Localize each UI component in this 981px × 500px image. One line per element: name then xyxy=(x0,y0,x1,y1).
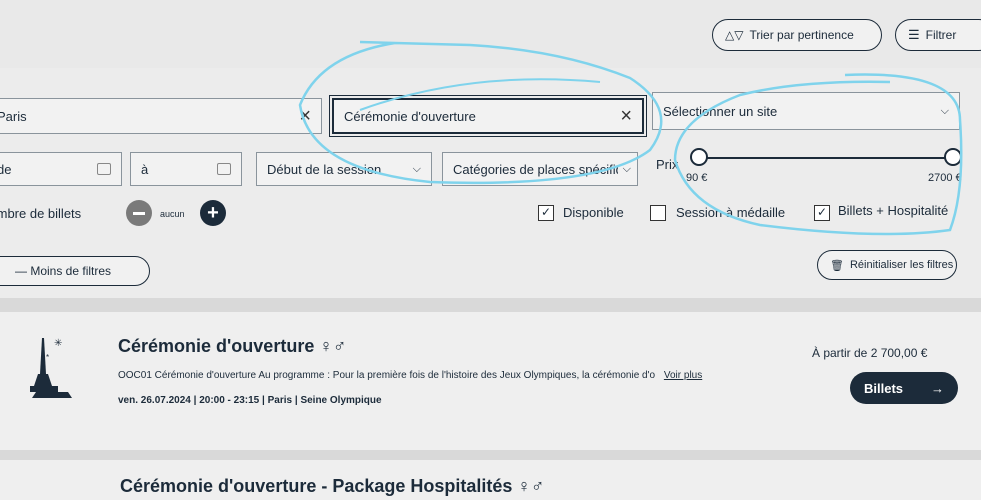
result-description: OOC01 Cérémonie d'ouverture Au programme… xyxy=(118,370,818,381)
plus-icon: + xyxy=(207,201,219,224)
session-start-label: Début de la session xyxy=(267,161,382,177)
date-from-placeholder: de xyxy=(0,161,12,177)
event-date: ven. 26.07.2024 xyxy=(118,395,191,406)
tickets-count: aucun xyxy=(160,209,185,219)
minus-icon xyxy=(133,211,145,215)
clear-event-icon[interactable]: × xyxy=(620,106,632,126)
city-value: Paris xyxy=(0,108,27,124)
seat-categories-label: Catégories de places spécifiq xyxy=(453,161,618,177)
date-from-input[interactable]: de xyxy=(0,152,122,186)
sort-label: Trier par pertinence xyxy=(749,28,854,42)
price-slider[interactable] xyxy=(690,146,965,170)
svg-text:✳: ✳ xyxy=(54,338,62,349)
available-label: Disponible xyxy=(563,205,624,220)
clear-city-icon[interactable]: × xyxy=(299,106,311,126)
tickets-label: Nombre de billets xyxy=(0,206,82,221)
reset-filters-label: Réinitialiser les filtres xyxy=(849,259,954,271)
hospitality-checkbox[interactable]: ✓ xyxy=(814,205,830,221)
result-title[interactable]: Cérémonie d'ouverture ♀♂ xyxy=(118,336,346,357)
price-label: Prix xyxy=(656,157,679,172)
event-value: Cérémonie d'ouverture xyxy=(344,108,476,124)
price-from: À partir de 2 700,00 € xyxy=(812,346,928,360)
less-filters-button[interactable]: — Moins de filtres xyxy=(0,256,150,286)
result-card[interactable]: Cérémonie d'ouverture - Package Hospital… xyxy=(0,460,981,500)
increase-tickets-button[interactable]: + xyxy=(200,200,226,226)
event-venue: Seine Olympique xyxy=(300,395,382,406)
sort-button[interactable]: △▽ Trier par pertinence xyxy=(712,19,882,51)
city-input[interactable]: Paris × xyxy=(0,98,322,134)
result-title[interactable]: Cérémonie d'ouverture - Package Hospital… xyxy=(120,476,544,497)
trash-icon: 🗑 xyxy=(830,259,844,272)
less-filters-label: — Moins de filtres xyxy=(15,264,112,278)
seat-categories-select[interactable]: Catégories de places spécifiq ⌵ xyxy=(442,152,638,186)
price-min-handle[interactable] xyxy=(690,148,708,166)
billets-button[interactable]: Billets → xyxy=(850,372,958,404)
hospitality-label: Billets + Hospitalité xyxy=(838,203,949,218)
price-max-handle[interactable] xyxy=(944,148,962,166)
gender-icon: ♀♂ xyxy=(517,476,545,496)
result-title-text: Cérémonie d'ouverture - Package Hospital… xyxy=(120,476,513,496)
price-min-value: 90 € xyxy=(686,172,708,184)
site-placeholder: Sélectionner un site xyxy=(663,103,778,119)
medal-checkbox[interactable] xyxy=(650,205,666,221)
decrease-tickets-button[interactable] xyxy=(126,200,152,226)
reset-filters-button[interactable]: 🗑 Réinitialiser les filtres xyxy=(817,250,957,280)
date-to-input[interactable]: à xyxy=(130,152,242,186)
arrow-right-icon: → xyxy=(931,380,944,396)
event-input[interactable]: Cérémonie d'ouverture × xyxy=(329,95,647,137)
sort-arrows-icon: △▽ xyxy=(725,28,744,42)
gender-icon: ♀♂ xyxy=(319,336,347,356)
description-text: OOC01 Cérémonie d'ouverture Au programme… xyxy=(118,370,656,381)
see-more-link[interactable]: Voir plus xyxy=(664,370,702,381)
billets-label: Billets xyxy=(864,380,904,396)
calendar-icon xyxy=(97,163,111,175)
price-track xyxy=(700,157,952,159)
price-max-value: 2700 € xyxy=(928,172,962,184)
svg-text:*: * xyxy=(46,353,49,362)
eiffel-tower-icon: ✳ * xyxy=(30,338,72,398)
chevron-down-icon: ⌵ xyxy=(412,162,421,175)
event-city: Paris xyxy=(267,395,293,406)
result-title-text: Cérémonie d'ouverture xyxy=(118,336,315,356)
check-icon: ✓ xyxy=(816,205,828,219)
result-meta: ven. 26.07.2024 | 20:00 - 23:15 | Paris … xyxy=(118,395,382,406)
sliders-icon: ☰ xyxy=(908,27,920,42)
medal-label: Session à médaille xyxy=(676,205,786,220)
event-time: 20:00 - 23:15 xyxy=(199,395,260,406)
available-checkbox[interactable]: ✓ xyxy=(538,205,554,221)
chevron-down-icon: ⌵ xyxy=(940,104,949,117)
chevron-down-icon: ⌵ xyxy=(622,162,631,175)
filter-label: Filtrer xyxy=(925,28,957,42)
date-to-placeholder: à xyxy=(141,161,149,177)
session-start-select[interactable]: Début de la session ⌵ xyxy=(256,152,432,186)
site-select[interactable]: Sélectionner un site ⌵ xyxy=(652,92,960,130)
filter-button[interactable]: ☰ Filtrer xyxy=(895,19,981,51)
check-icon: ✓ xyxy=(540,205,552,219)
result-card[interactable] xyxy=(0,312,981,450)
calendar-icon xyxy=(217,163,231,175)
